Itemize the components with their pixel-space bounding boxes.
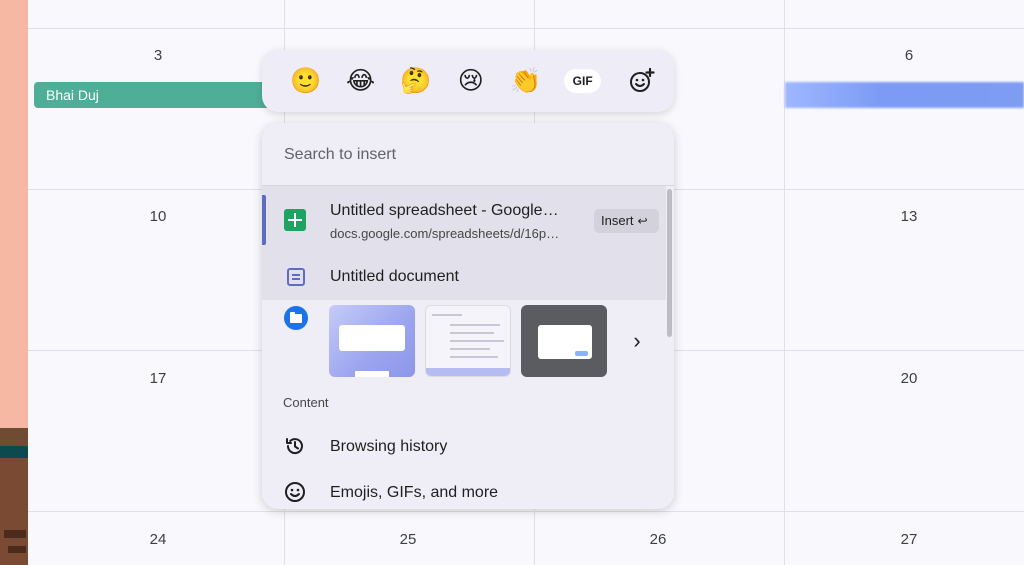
day-number[interactable]: 6 bbox=[879, 47, 939, 64]
chevron-right-icon[interactable]: › bbox=[628, 329, 646, 353]
emoji-tears-of-joy[interactable]: 😂 bbox=[333, 65, 388, 97]
emoji-crying[interactable]: 😢 bbox=[443, 65, 498, 97]
wallpaper-brick bbox=[4, 530, 26, 538]
docs-line bbox=[292, 278, 300, 280]
thumb-line bbox=[450, 324, 500, 326]
day-number[interactable]: 17 bbox=[128, 370, 188, 387]
search-input[interactable] bbox=[282, 141, 646, 169]
day-number[interactable]: 20 bbox=[879, 370, 939, 387]
grid-line bbox=[28, 511, 1024, 512]
screenshot-thumbnail[interactable] bbox=[425, 305, 511, 377]
insert-button[interactable]: Insert ↩ bbox=[594, 209, 659, 233]
thumb-dialog-button bbox=[575, 351, 588, 356]
wallpaper-band bbox=[0, 428, 28, 446]
google-docs-icon bbox=[287, 268, 305, 286]
thumb-window bbox=[339, 325, 405, 351]
docs-line bbox=[292, 274, 300, 276]
wallpaper-brick bbox=[8, 546, 26, 553]
content-item-emojis-gifs[interactable]: Emojis, GIFs, and more bbox=[330, 484, 498, 502]
day-number[interactable]: 24 bbox=[128, 531, 188, 548]
thumb-bar bbox=[426, 368, 510, 376]
smiley-icon bbox=[284, 481, 306, 503]
day-number[interactable]: 13 bbox=[879, 208, 939, 225]
insert-panel: Untitled spreadsheet - Google… docs.goog… bbox=[262, 123, 674, 509]
wallpaper-band bbox=[0, 446, 28, 458]
suggestion-title: Untitled spreadsheet - Google… bbox=[330, 202, 559, 219]
content-item-browsing-history[interactable]: Browsing history bbox=[330, 438, 447, 456]
grid-line bbox=[28, 28, 1024, 29]
thumb-line bbox=[450, 356, 498, 358]
emoji-thinking[interactable]: 🤔 bbox=[388, 65, 443, 97]
thumb-line bbox=[450, 340, 504, 342]
google-sheets-icon bbox=[284, 209, 306, 231]
day-number[interactable]: 25 bbox=[378, 531, 438, 548]
screenshot-thumbnail[interactable] bbox=[521, 305, 607, 377]
wallpaper-strip bbox=[0, 0, 28, 565]
day-number[interactable]: 26 bbox=[628, 531, 688, 548]
event-chip-bhai-duj[interactable]: Bhai Duj bbox=[34, 82, 270, 108]
folder-glyph bbox=[290, 312, 302, 323]
history-icon bbox=[284, 435, 306, 457]
add-emoji-icon[interactable] bbox=[626, 65, 658, 97]
thumb-taskbar bbox=[355, 371, 389, 377]
insert-label: Insert bbox=[601, 213, 634, 228]
folder-icon bbox=[284, 306, 308, 330]
suggestion-url: docs.google.com/spreadsheets/d/16p… bbox=[330, 226, 560, 241]
thumb-line bbox=[450, 348, 490, 350]
day-number[interactable]: 10 bbox=[128, 208, 188, 225]
day-number[interactable]: 3 bbox=[128, 47, 188, 64]
emoji-clapping[interactable]: 👏 bbox=[498, 65, 553, 97]
search-bar bbox=[262, 123, 674, 186]
section-label-content: Content bbox=[283, 395, 329, 410]
emoji-slightly-smiling[interactable]: 🙂 bbox=[278, 65, 333, 97]
selection-indicator bbox=[262, 195, 266, 245]
suggestion-title-document[interactable]: Untitled document bbox=[330, 268, 459, 286]
panel-scrollbar[interactable] bbox=[667, 189, 672, 337]
gif-button[interactable]: GIF bbox=[564, 69, 602, 93]
event-chip-blurred[interactable] bbox=[785, 82, 1024, 108]
emoji-quick-bar: 🙂 😂 🤔 😢 👏 GIF bbox=[262, 50, 674, 112]
screenshot-thumbnail[interactable] bbox=[329, 305, 415, 377]
day-number[interactable]: 27 bbox=[879, 531, 939, 548]
return-key-icon: ↩ bbox=[637, 214, 648, 228]
thumb-line bbox=[450, 332, 494, 334]
thumb-line bbox=[432, 314, 462, 316]
